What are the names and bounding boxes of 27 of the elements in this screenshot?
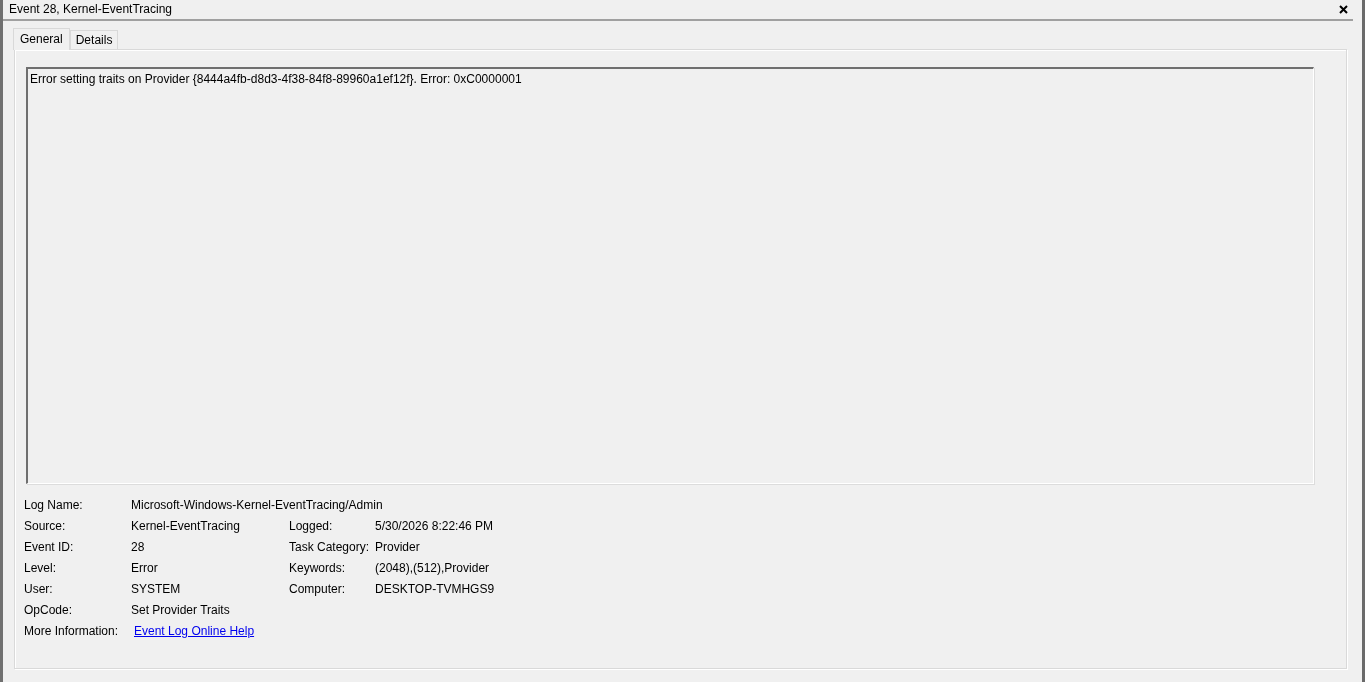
field-label: More Information: bbox=[24, 624, 119, 639]
field-value: Kernel-EventTracing bbox=[131, 519, 240, 534]
field-value: DESKTOP-TVMHGS9 bbox=[375, 582, 495, 597]
field-value: 5/30/2026 8:22:46 PM bbox=[375, 519, 494, 534]
field-label: Logged: bbox=[289, 519, 333, 534]
field-value: SYSTEM bbox=[131, 582, 181, 597]
field-value: (2048),(512),Provider bbox=[375, 561, 490, 576]
field-label: Log Name: bbox=[24, 498, 83, 513]
window-title: Event 28, Kernel-EventTracing bbox=[9, 2, 172, 17]
description-field[interactable]: Error setting traits on Provider {8444a4fb-d8d3-4f38-84f8-89960a1ef12f}. Error: 0xC0000001 bbox=[26, 67, 1314, 484]
tab[interactable]: Details bbox=[69, 30, 119, 49]
field-label: Keywords: bbox=[289, 561, 346, 576]
field-label: Task Category: bbox=[289, 540, 370, 555]
field-value: Microsoft-Windows-Kernel-EventTracing/Admin bbox=[131, 498, 383, 513]
field-label: Source: bbox=[24, 519, 66, 534]
help-link[interactable]: Event Log Online Help bbox=[134, 624, 255, 639]
field-value: Provider bbox=[375, 540, 420, 555]
close-icon[interactable] bbox=[1339, 5, 1348, 14]
field-label: User: bbox=[24, 582, 53, 597]
field-label: Event ID: bbox=[24, 540, 74, 555]
field-label: Computer: bbox=[289, 582, 346, 597]
field-value: Error bbox=[131, 561, 158, 576]
tab[interactable]: General bbox=[13, 28, 70, 50]
field-label: OpCode: bbox=[24, 603, 73, 618]
field-label: Level: bbox=[24, 561, 57, 576]
field-value: 28 bbox=[131, 540, 145, 555]
field-value: Set Provider Traits bbox=[131, 603, 230, 618]
